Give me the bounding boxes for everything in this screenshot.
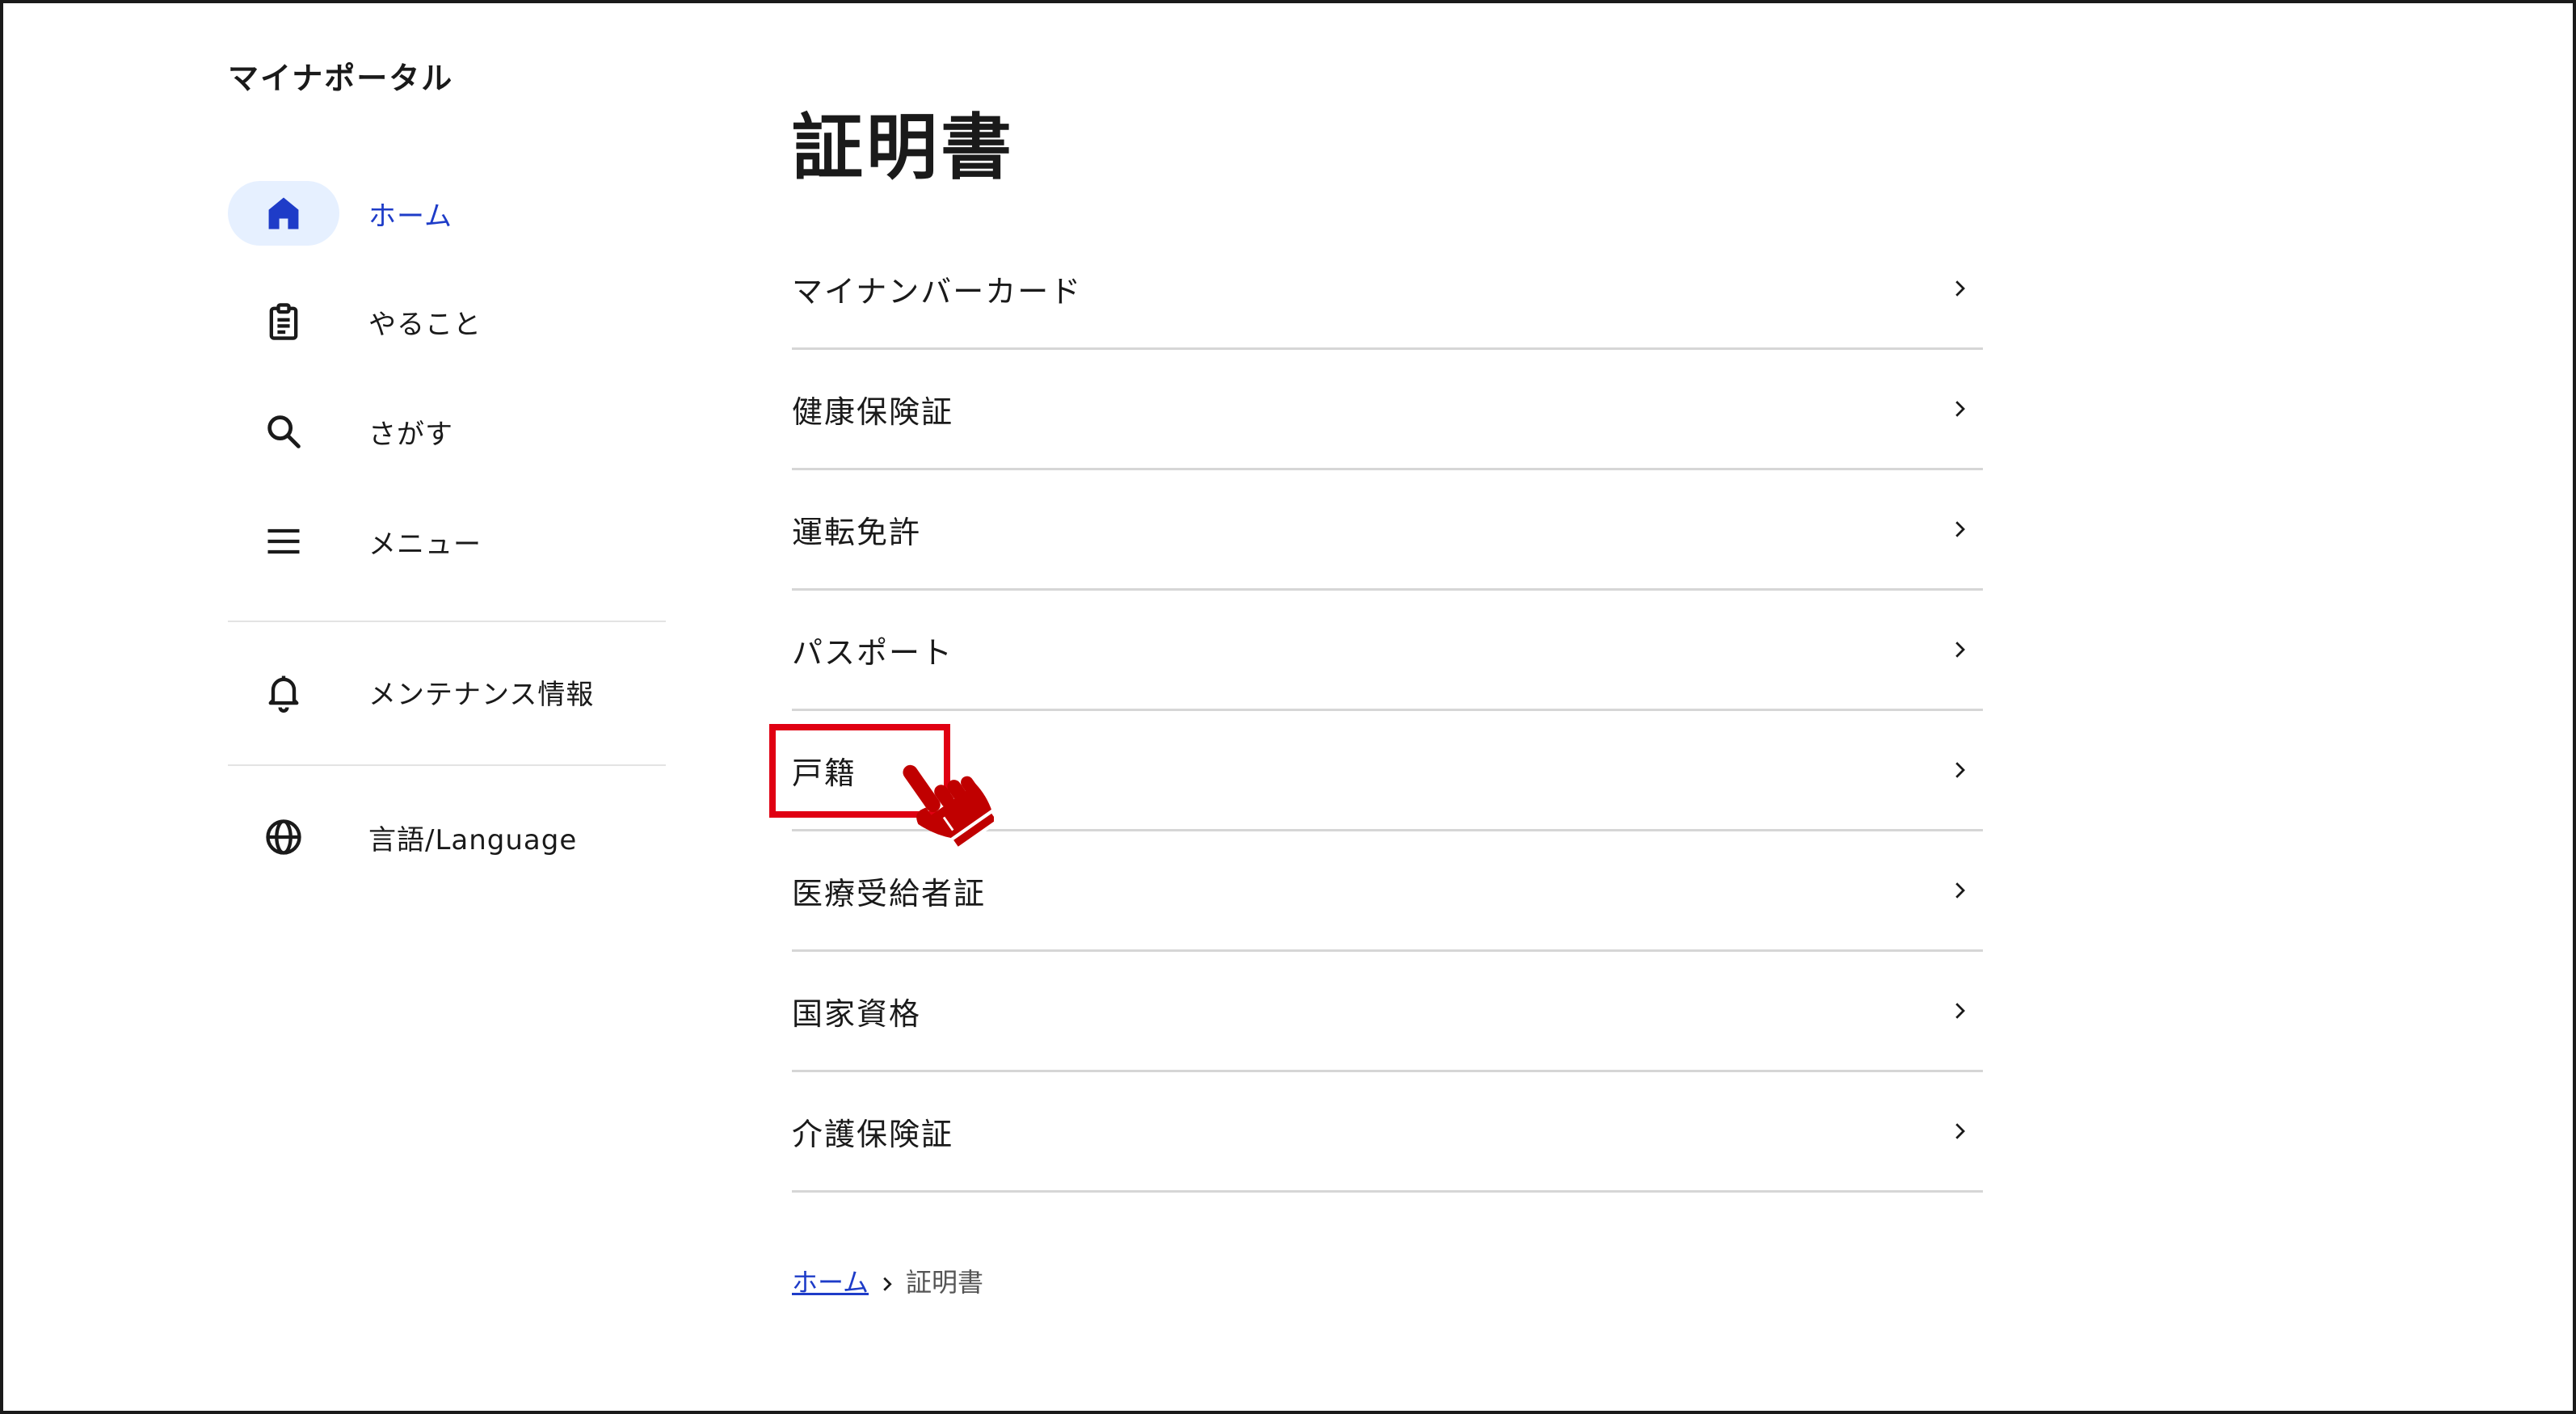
chevron-right-icon [1955, 401, 1965, 417]
chevron-right-icon [1955, 280, 1965, 297]
breadcrumb-current: 証明書 [906, 1267, 984, 1298]
chevron-right-icon [1955, 642, 1965, 658]
certificate-list: マイナンバーカード 健康保険証 運転免許 パスポート 戸籍 医療受給者証 国家資… [769, 229, 1983, 1193]
certificate-label: 戸籍 [792, 755, 857, 791]
search-icon-wrap [228, 399, 339, 464]
sidebar-item-label: メンテナンス情報 [368, 678, 595, 711]
certificate-item-family-register[interactable]: 戸籍 [769, 711, 1983, 852]
chevron-right-icon [1955, 1003, 1965, 1019]
sidebar-item-label: 言語/Language [368, 823, 578, 856]
page-title: 証明書 [792, 106, 1016, 189]
breadcrumb-home-link[interactable]: ホーム [792, 1262, 869, 1299]
certificate-item-health-insurance[interactable]: 健康保険証 [792, 350, 1983, 470]
bell-icon-wrap [228, 659, 339, 724]
breadcrumb: ホーム 証明書 [792, 1262, 983, 1299]
sidebar-item-todo[interactable]: やること [228, 289, 664, 354]
certificate-label: 国家資格 [792, 995, 922, 1032]
certificate-item-passport[interactable]: パスポート [792, 591, 1983, 711]
certificate-label: 運転免許 [792, 514, 922, 550]
globe-icon-wrap [228, 805, 339, 869]
certificate-label: 介護保険証 [792, 1116, 954, 1152]
home-icon-wrap [228, 181, 339, 246]
sidebar-item-label: さがす [368, 418, 453, 451]
menu-icon [267, 528, 300, 554]
sidebar-item-maintenance[interactable]: メンテナンス情報 [228, 659, 664, 724]
sidebar-item-label: メニュー [368, 528, 482, 561]
page-frame: マイナポータル ホーム やること さがす メニュー メンテナンス情報 言語/La… [0, 0, 2576, 1414]
menu-icon-wrap [228, 509, 339, 574]
chevron-right-icon [1955, 521, 1965, 537]
sidebar-divider [228, 621, 666, 622]
certificate-label: 健康保険証 [792, 393, 954, 430]
sidebar-item-home[interactable]: ホーム [228, 181, 664, 246]
clipboard-icon-wrap [228, 289, 339, 354]
chevron-right-icon [1955, 762, 1965, 778]
search-icon [267, 415, 301, 448]
sidebar-item-label: やること [368, 308, 482, 341]
sidebar-divider [228, 764, 666, 766]
bell-icon [268, 675, 299, 713]
globe-icon [266, 819, 301, 855]
certificate-item-care-insurance[interactable]: 介護保険証 [792, 1072, 1983, 1193]
certificate-item-national-qualification[interactable]: 国家資格 [792, 952, 1983, 1072]
app-title: マイナポータル [228, 61, 454, 96]
sidebar-item-label: ホーム [368, 200, 452, 233]
certificate-label: パスポート [792, 634, 954, 671]
sidebar-item-menu[interactable]: メニュー [228, 509, 664, 574]
certificate-item-drivers-license[interactable]: 運転免許 [792, 470, 1983, 591]
chevron-right-icon [883, 1277, 892, 1291]
chevron-right-icon [1955, 1123, 1965, 1139]
certificate-item-medical-recipient[interactable]: 医療受給者証 [792, 831, 1983, 952]
certificate-label: マイナンバーカード [792, 273, 1083, 309]
certificate-item-mynumber[interactable]: マイナンバーカード [792, 229, 1983, 350]
home-icon [268, 197, 299, 229]
certificate-label: 医療受給者証 [792, 875, 987, 911]
chevron-right-icon [1955, 882, 1965, 898]
sidebar-item-language[interactable]: 言語/Language [228, 805, 664, 869]
sidebar-item-search[interactable]: さがす [228, 399, 664, 464]
clipboard-icon [269, 303, 298, 340]
